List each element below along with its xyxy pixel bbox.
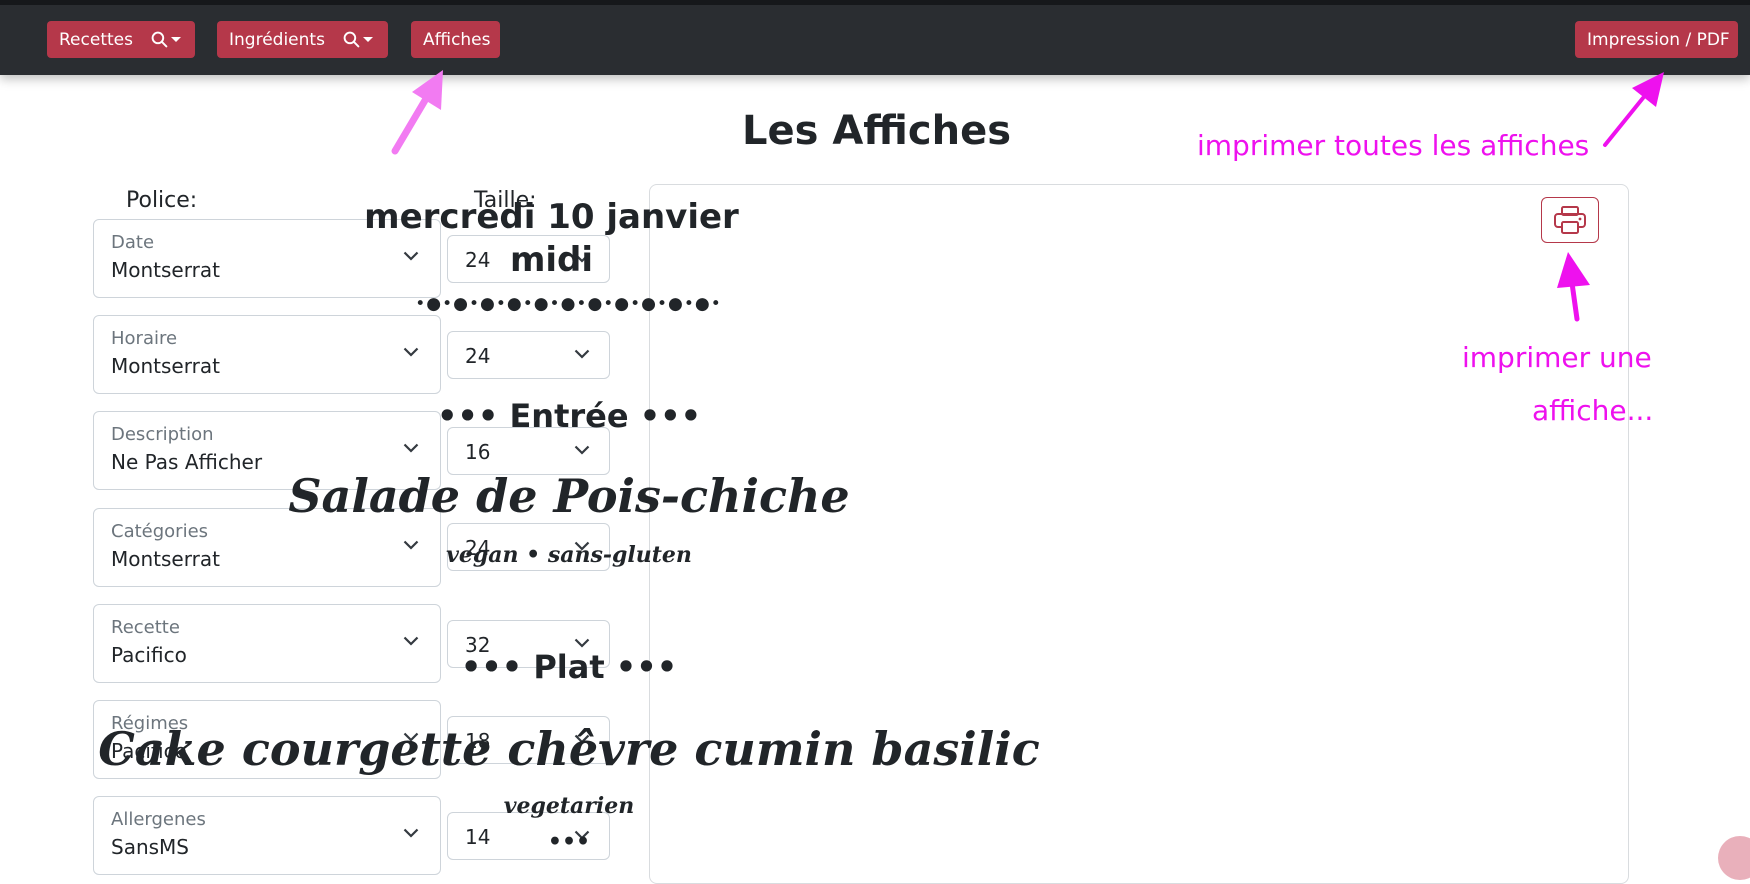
chevron-down-icon (403, 443, 419, 453)
chevron-down-icon (574, 638, 590, 648)
chevron-down-icon (403, 347, 419, 357)
size-select-value: 16 (465, 440, 491, 464)
recettes-label: Recettes (59, 29, 133, 50)
caret-down-icon (362, 37, 373, 42)
chevron-down-icon (574, 445, 590, 455)
font-select-value: Montserrat (111, 354, 220, 378)
scroll-top-button[interactable] (1718, 836, 1750, 880)
poster-category: ••• Plat ••• (460, 648, 678, 686)
navbar: Recettes Ingrédients Affiches Impression… (0, 0, 1750, 75)
ingredients-search-dropdown[interactable] (337, 31, 383, 48)
print-pdf-button[interactable]: Impression / PDF (1575, 21, 1738, 58)
search-icon (343, 31, 360, 48)
ingredients-label: Ingrédients (229, 29, 325, 50)
font-select-label: Recette (111, 617, 180, 638)
recettes-search-dropdown[interactable] (145, 31, 191, 48)
poster-recipe: Salade de Pois-chiche (288, 469, 850, 523)
font-select-horaire[interactable]: Horaire Montserrat (93, 315, 441, 394)
ingredients-button[interactable]: Ingrédients (217, 21, 388, 58)
chevron-down-icon (574, 349, 590, 359)
affiches-label: Affiches (423, 29, 491, 50)
poster-category: ••• Entrée ••• (436, 397, 702, 435)
poster-date: mercredi 10 janvier (364, 197, 739, 237)
poster-recipe: Cake courgette chêvre cumin basilic (98, 722, 1040, 776)
print-pdf-label: Impression / PDF (1587, 29, 1730, 50)
size-select-horaire[interactable]: 24 (447, 331, 610, 379)
poster-divider: •●•●•●•●•●•●•●•●•●•●•●• (415, 294, 722, 314)
annotation-print-one-line1: imprimer une (1462, 341, 1652, 374)
poster-preview (649, 184, 1629, 884)
print-poster-button[interactable] (1541, 197, 1599, 243)
affiches-button[interactable]: Affiches (411, 21, 500, 58)
chevron-down-icon (403, 636, 419, 646)
recettes-button[interactable]: Recettes (47, 21, 195, 58)
caret-down-icon (170, 37, 181, 42)
font-select-label: Catégories (111, 521, 209, 542)
annotation-print-one-line2: affiche... (1532, 394, 1654, 427)
poster-more: ••• (547, 829, 591, 855)
poster-regimes: vegetarien (503, 793, 635, 819)
poster-regimes: vegan • sans-gluten (446, 542, 692, 568)
font-select-label: Horaire (111, 328, 178, 349)
size-select-value: 24 (465, 344, 491, 368)
poster-time: midi (509, 240, 594, 280)
search-icon (151, 31, 168, 48)
annotation-print-all: imprimer toutes les affiches (1197, 129, 1590, 162)
printer-icon (1554, 206, 1586, 234)
